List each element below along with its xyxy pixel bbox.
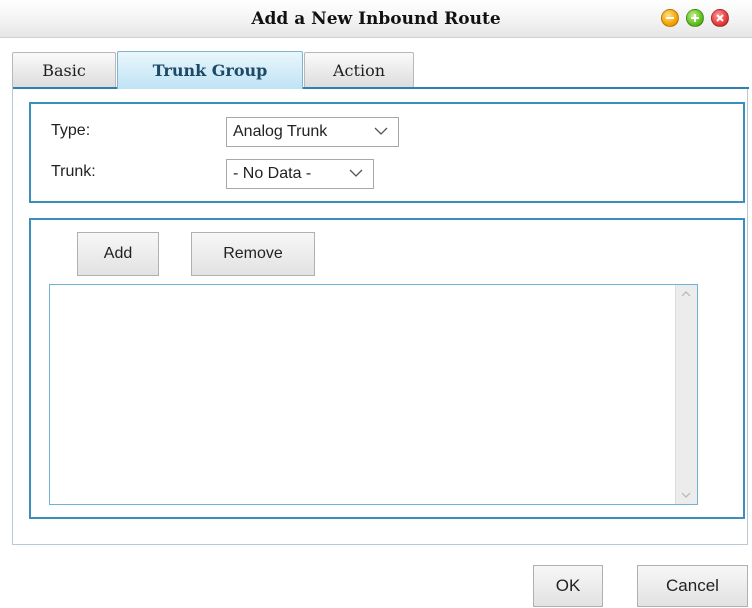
type-label: Type: [51, 122, 91, 139]
trunk-select[interactable]: - No Data - [226, 159, 374, 189]
close-icon[interactable] [711, 9, 729, 27]
type-select[interactable]: Analog Trunk [226, 117, 399, 147]
scroll-down-icon[interactable] [681, 491, 691, 499]
cancel-button[interactable]: Cancel [637, 565, 748, 607]
chevron-down-icon [349, 169, 363, 177]
remove-button[interactable]: Remove [191, 232, 315, 276]
trunk-label: Trunk: [51, 163, 96, 180]
maximize-icon[interactable] [686, 9, 704, 27]
trunk-select-value: - No Data - [233, 165, 312, 182]
type-select-value: Analog Trunk [233, 123, 328, 140]
scroll-up-icon[interactable] [681, 290, 691, 298]
selected-trunks-listbox[interactable] [49, 284, 698, 505]
tab-basic[interactable]: Basic [12, 52, 116, 88]
minimize-icon[interactable] [661, 9, 679, 27]
tab-trunk-group[interactable]: Trunk Group [117, 51, 303, 89]
ok-button[interactable]: OK [533, 565, 603, 607]
chevron-down-icon [374, 127, 388, 135]
window-title: Add a New Inbound Route [251, 9, 501, 29]
title-bar: Add a New Inbound Route [0, 0, 752, 38]
add-button[interactable]: Add [77, 232, 159, 276]
listbox-scrollbar[interactable] [675, 285, 697, 504]
tab-action[interactable]: Action [304, 52, 414, 88]
